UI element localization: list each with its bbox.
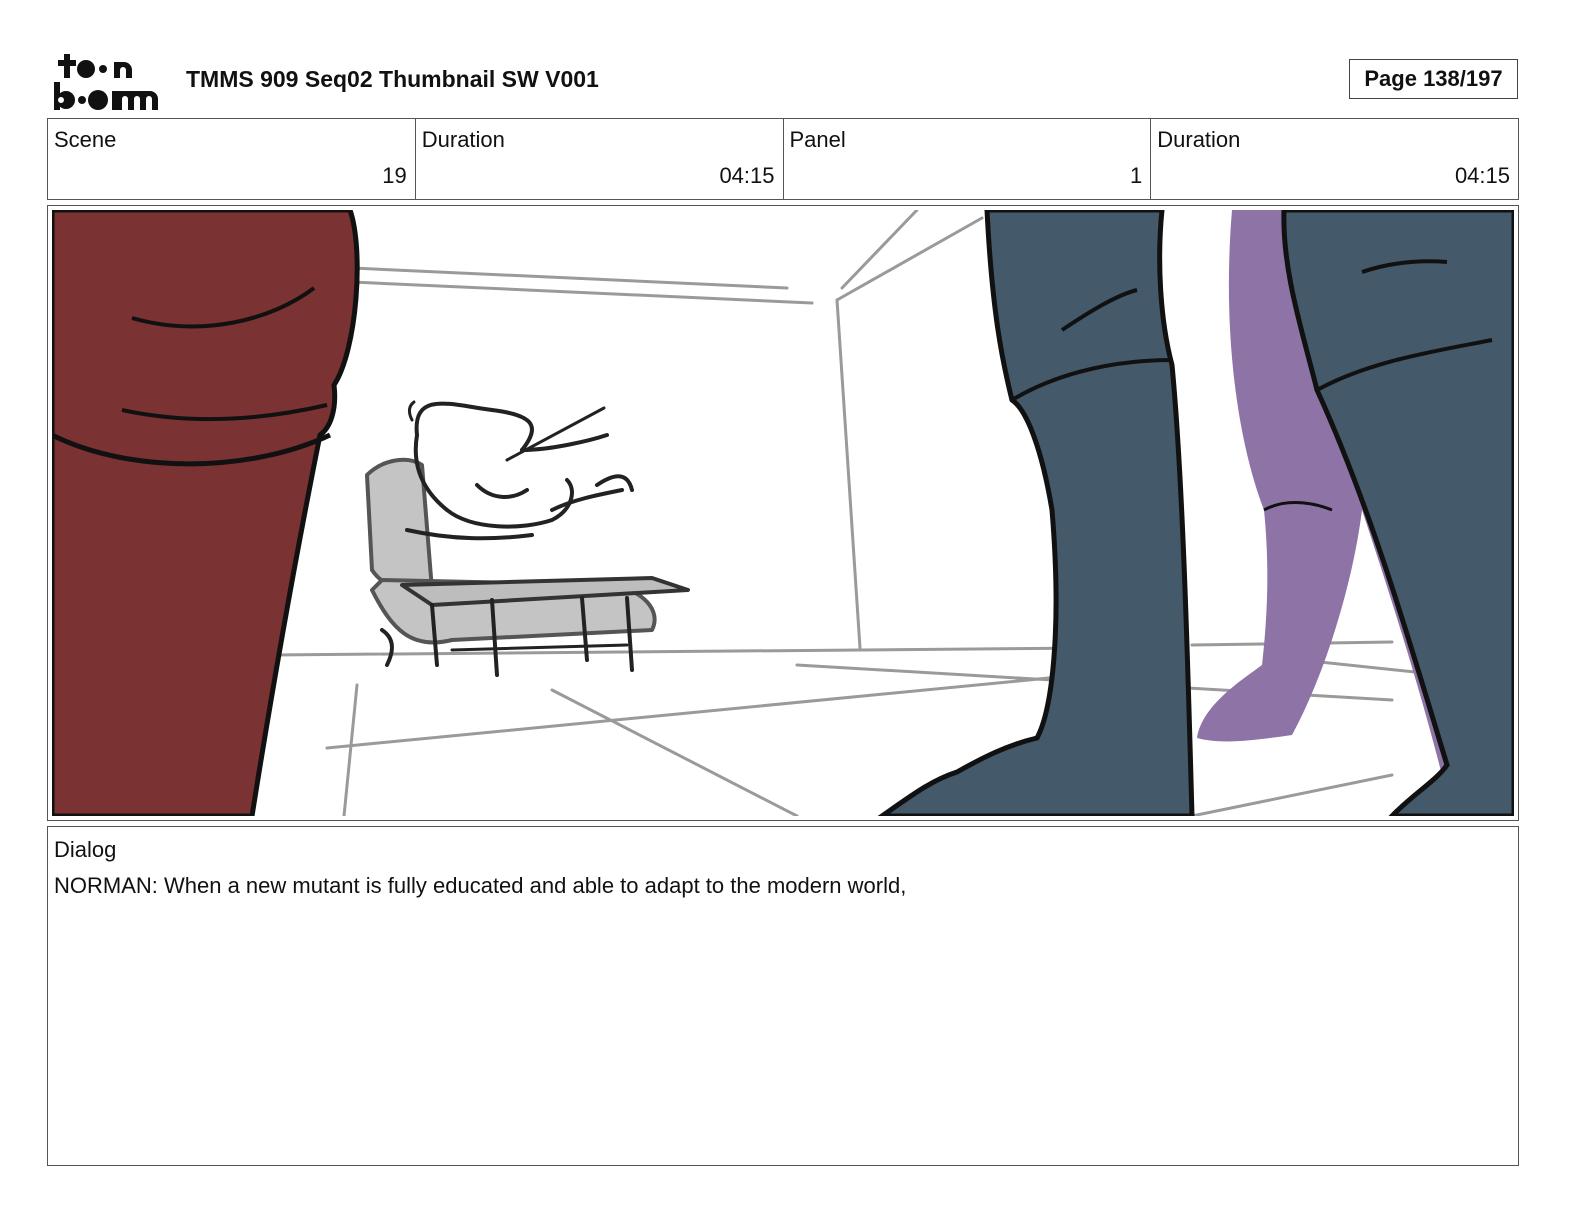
dialog-section: Dialog NORMAN: When a new mutant is full…: [47, 826, 1519, 1166]
panel-drawing: [52, 210, 1514, 816]
toonboom-logo: [54, 54, 158, 110]
dialog-label: Dialog: [54, 837, 117, 862]
scene-cell: Scene 19: [48, 119, 416, 199]
scene-label: Scene: [54, 127, 117, 152]
dialog-text: NORMAN: When a new mutant is fully educa…: [54, 873, 907, 898]
page-indicator: Page 138/197: [1349, 59, 1518, 99]
storyboard-panel: [47, 205, 1519, 821]
scene-value: 19: [382, 163, 407, 188]
panel-duration-cell: Duration 04:15: [1151, 119, 1518, 199]
scene-duration-label: Duration: [421, 127, 505, 152]
scene-duration-cell: Duration 04:15: [416, 119, 784, 199]
panel-value: 1: [1130, 163, 1143, 188]
panel-duration-label: Duration: [1157, 127, 1241, 152]
panel-duration-value: 04:15: [1454, 163, 1510, 188]
document-title: TMMS 909 Seq02 Thumbnail SW V001: [186, 66, 599, 92]
panel-label: Panel: [789, 127, 846, 152]
panel-cell: Panel 1: [784, 119, 1152, 199]
scene-info-row: Scene 19 Duration 04:15 Panel 1 Duration…: [47, 118, 1519, 200]
scene-duration-value: 04:15: [719, 163, 775, 188]
